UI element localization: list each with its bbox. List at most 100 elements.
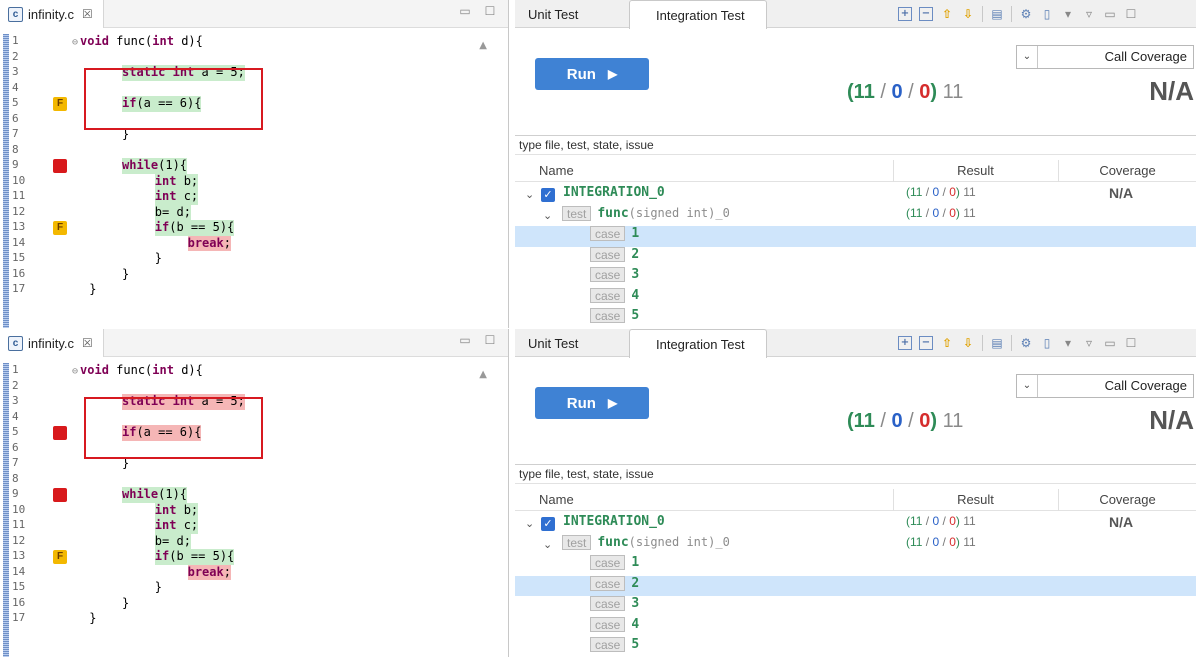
test-panel: Unit Test Integration Test + − ⇧ ⇩ ▤ ⚙ ▯…	[515, 0, 1196, 328]
column-coverage[interactable]: Coverage	[1058, 489, 1196, 511]
minimize-icon[interactable]: ▭	[1103, 7, 1117, 21]
code-line: 9 while(1){	[0, 487, 475, 503]
partial-branch-marker-icon[interactable]: F	[53, 550, 67, 564]
tab-unit-test[interactable]: Unit Test	[515, 0, 628, 28]
column-result[interactable]: Result	[893, 160, 1057, 182]
tab-unit-test[interactable]: Unit Test	[515, 329, 628, 357]
case-tag: case	[590, 308, 626, 323]
line-number: 6	[12, 111, 19, 125]
close-tab-icon[interactable]: ☒	[82, 7, 93, 21]
tab-integration-test[interactable]: Integration Test	[629, 329, 767, 358]
view-menu-icon[interactable]: ▿	[1082, 336, 1096, 350]
tab-integration-test[interactable]: Integration Test	[629, 0, 767, 29]
code-line: 13 Fif(b == 5){	[0, 220, 475, 236]
maximize-icon[interactable]: ☐	[1124, 336, 1138, 350]
next-failure-icon[interactable]: ⇩	[961, 7, 975, 21]
editor-body[interactable]: ▲ 1 ⊖ void func(int d){2 3 static int a = 5;…	[0, 28, 508, 328]
close-tab-icon[interactable]: ☒	[82, 336, 93, 350]
uncovered-marker-icon[interactable]	[53, 159, 67, 173]
new-test-icon[interactable]: ▤	[990, 7, 1004, 21]
expand-all-icon[interactable]: +	[898, 7, 912, 21]
layout-icon[interactable]: ▯	[1040, 7, 1054, 21]
editor-tab[interactable]: c infinity.c ☒	[0, 329, 104, 357]
editor-body[interactable]: ▲ 1 ⊖ void func(int d){2 3 static int a = 5;…	[0, 357, 508, 657]
coverage-mode-select[interactable]: ⌄ Call Coverage	[1016, 45, 1194, 69]
partial-branch-marker-icon[interactable]: F	[53, 221, 67, 235]
column-name[interactable]: Name	[539, 492, 574, 507]
minimize-icon[interactable]: ▭	[458, 4, 472, 18]
tree-row-case[interactable]: case 4	[515, 287, 1196, 309]
case-node: case 4	[590, 616, 639, 632]
filter-input[interactable]: type file, test, state, issue	[515, 464, 1196, 484]
case-tag: case	[590, 246, 626, 262]
uncovered-marker-icon[interactable]	[53, 488, 67, 502]
previous-failure-icon[interactable]: ⇧	[940, 7, 954, 21]
dropdown-icon[interactable]: ▾	[1061, 336, 1075, 350]
tree-row-suite[interactable]: ⌄ ✓ INTEGRATION_0 (11 / 0 / 0) 11 N/A	[515, 185, 1196, 206]
chevron-down-icon: ⌄	[1017, 375, 1038, 397]
tree-row-suite[interactable]: ⌄ ✓ INTEGRATION_0 (11 / 0 / 0) 11 N/A	[515, 514, 1196, 535]
next-failure-icon[interactable]: ⇩	[961, 336, 975, 350]
filter-input[interactable]: type file, test, state, issue	[515, 135, 1196, 155]
fold-collapse-icon[interactable]: ⊖	[72, 366, 78, 377]
tree-row-case[interactable]: case 5	[515, 637, 1196, 657]
view-menu-icon[interactable]: ▿	[1082, 7, 1096, 21]
code-line: 8	[0, 143, 475, 159]
error-count: 0	[919, 410, 931, 432]
coverage-settings-icon[interactable]: ⚙	[1019, 7, 1033, 21]
code-editor[interactable]: c infinity.c ☒ ▭ ☐ ▲ 1 ⊖ void func(int d){…	[0, 329, 509, 657]
editor-tab[interactable]: c infinity.c ☒	[0, 0, 104, 28]
tree-row-function[interactable]: ⌄ test func(signed int)_0 (11 / 0 / 0) 11	[515, 534, 1196, 556]
tree-row-case[interactable]: case 2	[515, 575, 1196, 596]
tree-row-case[interactable]: case 1	[515, 226, 1196, 247]
tree-row-case[interactable]: case 3	[515, 596, 1196, 617]
chevron-down-icon[interactable]: ⌄	[543, 535, 552, 556]
partial-branch-marker-icon[interactable]: F	[53, 97, 67, 111]
run-button[interactable]: Run ▶	[535, 58, 649, 90]
tree-row-case[interactable]: case 5	[515, 308, 1196, 329]
maximize-icon[interactable]: ☐	[1124, 7, 1138, 21]
fold-collapse-icon[interactable]: ⊖	[72, 37, 78, 48]
expand-all-icon[interactable]: +	[898, 336, 912, 350]
checkbox-checked-icon[interactable]: ✓	[541, 188, 555, 202]
function-node: test func(signed int)_0	[562, 534, 730, 550]
previous-failure-icon[interactable]: ⇧	[940, 336, 954, 350]
tree-row-case[interactable]: case 2	[515, 246, 1196, 268]
scroll-up-icon[interactable]: ▲	[479, 40, 487, 51]
tree-row-case[interactable]: case 4	[515, 616, 1196, 638]
chevron-down-icon[interactable]: ⌄	[525, 185, 534, 206]
column-result[interactable]: Result	[893, 489, 1057, 511]
result-summary: (11 / 0 / 0) 11	[847, 410, 964, 432]
code-text: ⊖ void func(int d){	[72, 34, 203, 48]
play-icon: ▶	[607, 67, 618, 81]
uncovered-marker-icon[interactable]	[53, 426, 67, 440]
maximize-icon[interactable]: ☐	[483, 333, 497, 347]
collapse-all-icon[interactable]: −	[919, 336, 933, 350]
checkbox-checked-icon[interactable]: ✓	[541, 517, 555, 531]
minimize-icon[interactable]: ▭	[1103, 336, 1117, 350]
tree-row-function[interactable]: ⌄ test func(signed int)_0 (11 / 0 / 0) 11	[515, 205, 1196, 227]
collapse-all-icon[interactable]: −	[919, 7, 933, 21]
run-button[interactable]: Run ▶	[535, 387, 649, 419]
coverage-settings-icon[interactable]: ⚙	[1019, 336, 1033, 350]
coverage-mode-select[interactable]: ⌄ Call Coverage	[1016, 374, 1194, 398]
chevron-down-icon[interactable]: ⌄	[543, 206, 552, 227]
minimize-icon[interactable]: ▭	[458, 333, 472, 347]
maximize-icon[interactable]: ☐	[483, 4, 497, 18]
case-node: case 5	[590, 308, 639, 323]
chevron-down-icon: ⌄	[1017, 46, 1038, 68]
code-editor[interactable]: c infinity.c ☒ ▭ ☐ ▲ 1 ⊖ void func(int d){…	[0, 0, 509, 328]
tree-row-case[interactable]: case 3	[515, 267, 1196, 288]
new-test-icon[interactable]: ▤	[990, 336, 1004, 350]
case-tag: case	[590, 226, 626, 241]
tree-row-case[interactable]: case 1	[515, 555, 1196, 576]
layout-icon[interactable]: ▯	[1040, 336, 1054, 350]
dropdown-icon[interactable]: ▾	[1061, 7, 1075, 21]
column-coverage[interactable]: Coverage	[1058, 160, 1196, 182]
total-count: 11	[963, 185, 976, 199]
chevron-down-icon[interactable]: ⌄	[525, 514, 534, 535]
scroll-up-icon[interactable]: ▲	[479, 369, 487, 380]
column-name[interactable]: Name	[539, 163, 574, 178]
suite-name: INTEGRATION_0	[563, 185, 665, 200]
test-tag: test	[562, 205, 592, 221]
